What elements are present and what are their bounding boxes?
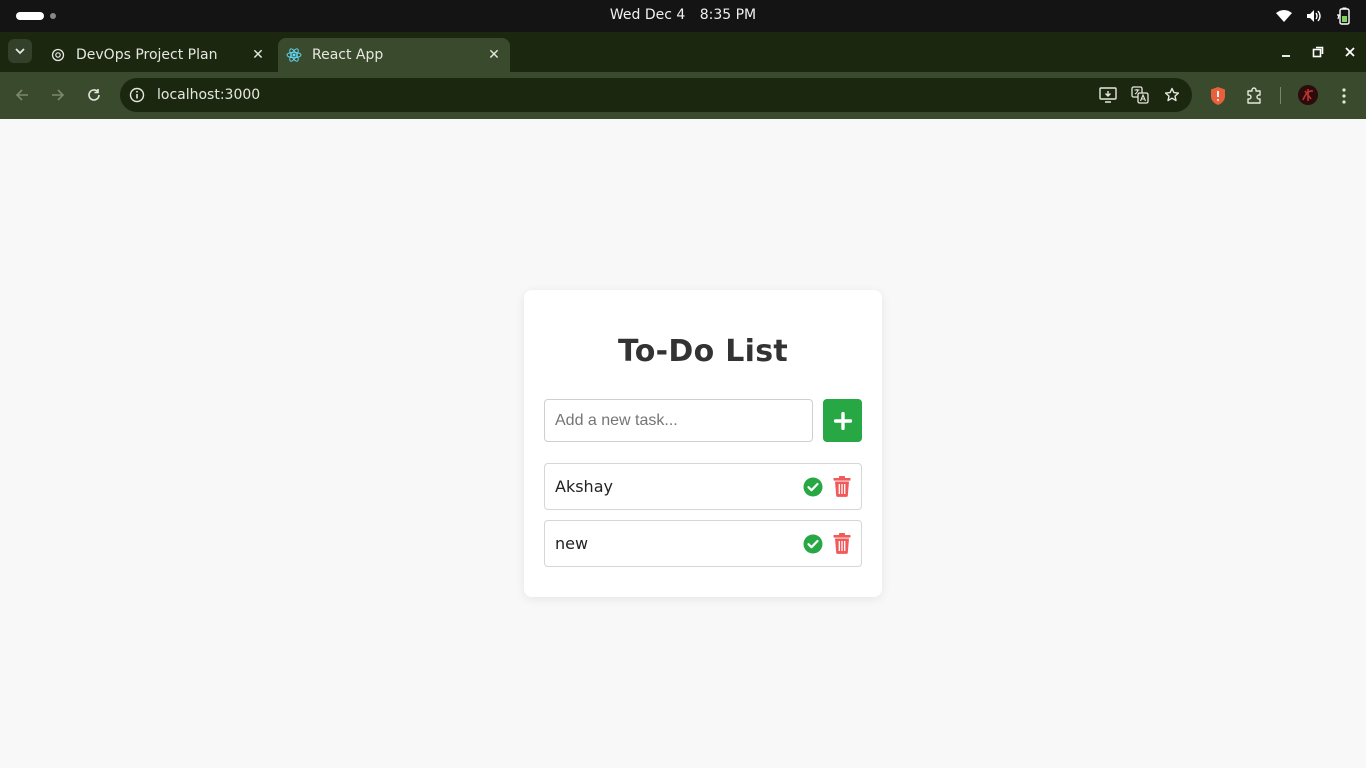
task-text: Akshay	[555, 477, 613, 496]
plus-icon	[833, 411, 852, 430]
task-item: new	[544, 520, 862, 567]
minimize-button[interactable]	[1270, 32, 1302, 72]
arrow-right-icon	[52, 89, 65, 101]
puzzle-piece-icon	[1247, 87, 1261, 104]
brave-shields-button[interactable]	[1207, 85, 1229, 107]
task-item: Akshay	[544, 463, 862, 510]
browser-menu-button[interactable]	[1333, 85, 1355, 107]
more-vertical-icon	[1342, 88, 1346, 104]
os-top-bar: Wed Dec 4 8:35 PM	[0, 0, 1366, 32]
avatar-image	[1298, 85, 1318, 105]
back-button[interactable]	[10, 83, 34, 107]
new-task-input[interactable]	[544, 399, 813, 442]
volume-icon	[1307, 10, 1321, 22]
wifi-icon	[1276, 10, 1292, 22]
trash-icon[interactable]	[833, 533, 851, 554]
reload-icon	[88, 89, 100, 101]
extensions-button[interactable]	[1243, 85, 1265, 107]
tab-label: DevOps Project Plan	[76, 47, 218, 63]
bookmark-star-icon[interactable]	[1162, 85, 1182, 105]
tab-label: React App	[312, 47, 384, 63]
browser-toolbar: localhost:3000	[0, 72, 1366, 119]
battery-icon	[1337, 7, 1350, 25]
task-text: new	[555, 534, 589, 553]
openai-icon	[50, 47, 66, 63]
profile-avatar[interactable]	[1298, 85, 1318, 105]
close-window-button[interactable]	[1334, 32, 1366, 72]
close-icon[interactable]: ✕	[248, 45, 268, 65]
page-title: To-Do List	[617, 334, 789, 369]
close-icon	[1345, 47, 1355, 57]
clock-date: Wed Dec 4	[609, 7, 686, 23]
brave-shield-icon	[1211, 87, 1225, 105]
system-tray[interactable]	[1276, 7, 1352, 25]
restore-icon	[1312, 46, 1324, 58]
clock-time: 8:35 PM	[699, 7, 757, 23]
site-info-icon[interactable]	[128, 86, 146, 104]
address-bar[interactable]: localhost:3000	[120, 78, 1192, 112]
url-text: localhost:3000	[157, 87, 261, 103]
reload-button[interactable]	[82, 83, 106, 107]
restore-button[interactable]	[1302, 32, 1334, 72]
react-icon	[286, 47, 302, 63]
window-controls	[1270, 32, 1366, 72]
trash-icon[interactable]	[833, 476, 851, 497]
tab-strip: DevOps Project Plan ✕ React App ✕	[0, 32, 1366, 90]
toolbar-separator	[1280, 87, 1281, 104]
omnibox-actions	[1098, 85, 1182, 105]
forward-button[interactable]	[46, 83, 70, 107]
arrow-left-icon	[15, 89, 28, 101]
chevron-down-icon	[15, 47, 25, 54]
tab-search-button[interactable]	[8, 39, 32, 63]
check-circle-icon[interactable]	[803, 477, 823, 497]
translate-icon[interactable]	[1130, 85, 1150, 105]
clock[interactable]: Wed Dec 4 8:35 PM	[0, 0, 1366, 32]
add-task-button[interactable]	[823, 399, 862, 442]
check-circle-icon[interactable]	[803, 534, 823, 554]
install-app-icon[interactable]	[1098, 85, 1118, 105]
close-icon[interactable]: ✕	[484, 45, 504, 65]
tab-react-app[interactable]: React App ✕	[278, 38, 510, 72]
minimize-icon	[1282, 55, 1290, 57]
todo-card: To-Do List Akshay new	[524, 290, 882, 597]
tab-devops-project-plan[interactable]: DevOps Project Plan ✕	[42, 38, 274, 72]
